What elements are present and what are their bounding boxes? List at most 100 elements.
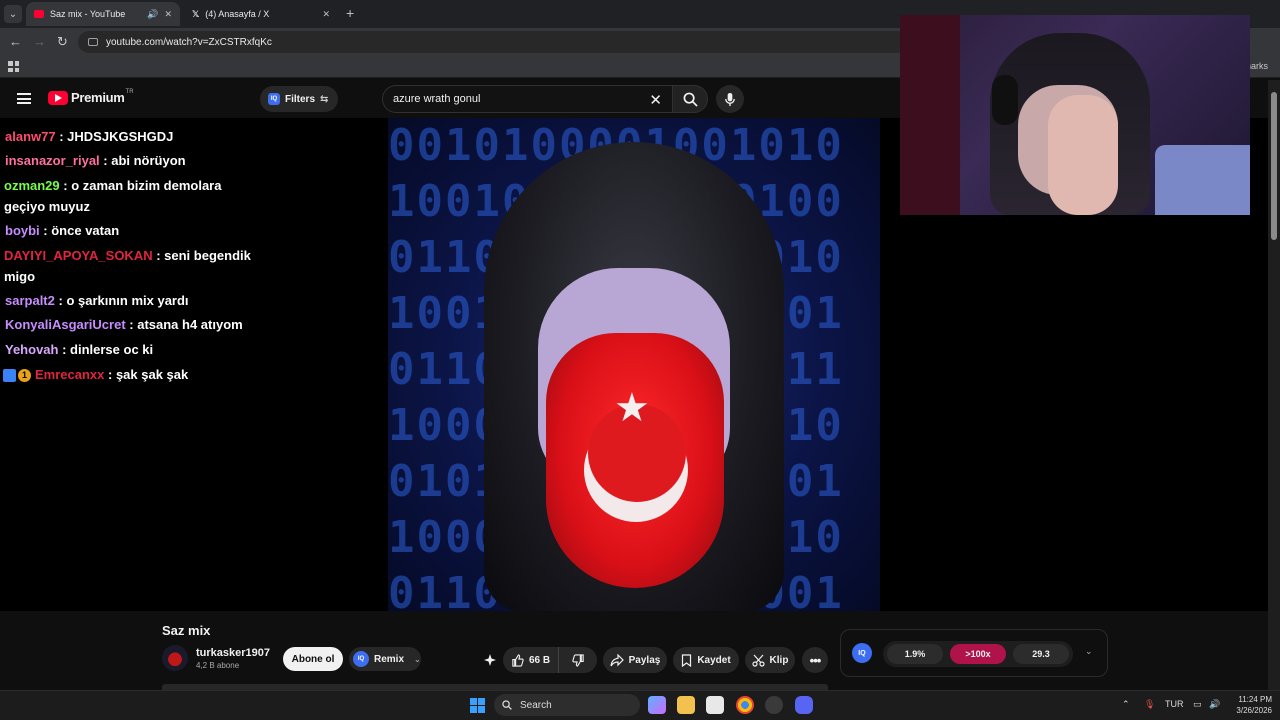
like-button[interactable]: 66 B (503, 647, 559, 673)
stat-engagement: 1.9% (887, 644, 943, 664)
share-arrow-icon (610, 653, 624, 666)
back-arrow-icon[interactable]: ← (9, 34, 22, 49)
subscriber-badge-icon (3, 369, 16, 383)
video-frame[interactable]: 0010100001001010 1001001100100100 011001… (388, 118, 880, 611)
youtube-premium-logo[interactable]: Premium TR (48, 88, 134, 105)
discord-icon[interactable] (795, 696, 813, 714)
webcam-overlay (900, 15, 1250, 215)
scissors-icon (751, 654, 765, 667)
tab-x[interactable]: 𝕏 (4) Anasayfa / X ✕ (184, 2, 338, 26)
tab-search-menu-button[interactable]: ⌄ (4, 5, 22, 23)
youtube-play-icon (48, 90, 68, 105)
logo-text: Premium (71, 90, 125, 105)
iq-extension-icon[interactable]: IQ (852, 643, 872, 663)
stats-group: 1.9% >100x 29.3 (883, 641, 1073, 667)
channel-name[interactable]: turkasker1907 (196, 647, 270, 659)
sparkle-icon (484, 654, 496, 666)
chat-message: 1 Emrecanxx : şak şak şak (3, 364, 258, 385)
page-scrollbar[interactable] (1268, 80, 1280, 690)
scrollbar-thumb[interactable] (1271, 92, 1277, 240)
new-tab-plus-icon[interactable]: + (346, 5, 354, 21)
close-tab-icon[interactable]: ✕ (164, 9, 172, 20)
clock-date: 3/26/2026 (1236, 706, 1272, 715)
flag-star-icon: ★ (614, 386, 650, 430)
subscriber-count: 4,2 B abone (196, 661, 240, 670)
chat-message: DAYIYI_APOYA_SOKAN : seni begendik migo (4, 248, 251, 284)
like-count: 66 B (528, 654, 551, 666)
system-clock[interactable]: 11:24 PM 3/26/2026 (1228, 694, 1272, 716)
stat-score: 29.3 (1013, 644, 1069, 664)
forward-arrow-icon[interactable]: → (33, 34, 46, 49)
microphone-icon[interactable]: 🎙 (1144, 699, 1155, 710)
tune-icon: ⇆ (320, 93, 329, 105)
chat-message: boybi : önce vatan (5, 223, 120, 238)
search-query: azure wrath gonul (393, 93, 481, 105)
close-tab-icon[interactable]: ✕ (322, 9, 330, 20)
video-info: Saz mix turkasker1907 4,2 B abone Abone … (0, 611, 1268, 690)
more-horizontal-icon: ••• (809, 652, 822, 668)
clear-search-icon[interactable]: ✕ (649, 91, 662, 109)
subscribe-button[interactable]: Abone ol (283, 647, 343, 671)
microphone-icon (725, 92, 735, 106)
voice-search-button[interactable] (716, 85, 744, 113)
store-icon[interactable] (706, 696, 724, 714)
more-actions-button[interactable]: ••• (802, 647, 828, 673)
stat-multiplier: >100x (950, 644, 1006, 664)
site-info-icon[interactable] (88, 38, 98, 46)
app-icon[interactable] (765, 696, 783, 714)
apps-grid-icon[interactable] (8, 61, 19, 72)
search-icon (683, 92, 698, 107)
chat-message: ozman29 : o zaman bizim demolara geçiyo … (4, 178, 222, 214)
menu-hamburger-icon[interactable] (17, 93, 31, 104)
clock-time: 11:24 PM (1238, 695, 1272, 704)
taskbar-search[interactable]: Search (494, 694, 640, 716)
chevron-up-icon[interactable]: ⌃ (1122, 699, 1130, 710)
chat-overlay: alanw77 : JHDSJKGSHGDJ insanazor_riyal :… (0, 118, 385, 611)
tab-title: Saz mix - YouTube (50, 9, 126, 19)
chat-message: insanazor_riyal : abi nörüyon (5, 153, 186, 168)
save-button[interactable]: Kaydet (673, 647, 739, 673)
dislike-button[interactable] (559, 647, 597, 673)
remix-button[interactable]: IQ Remix ⌄ (349, 647, 421, 671)
chat-message: alanw77 : JHDSJKGSHGDJ (5, 129, 174, 144)
url-text: youtube.com/watch?v=ZxCSTRxfqKc (106, 36, 272, 48)
search-button[interactable] (672, 85, 708, 113)
volume-icon[interactable]: 🔊 (1209, 699, 1220, 710)
file-explorer-icon[interactable] (677, 696, 695, 714)
chat-message: Yehovah : dinlerse oc ki (5, 342, 154, 357)
tab-youtube[interactable]: Saz mix - YouTube 🔊 ✕ (26, 2, 180, 26)
windows-start-icon[interactable] (470, 698, 485, 713)
chrome-icon[interactable] (736, 696, 754, 714)
share-button[interactable]: Paylaş (603, 647, 667, 673)
search-input[interactable]: azure wrath gonul ✕ (382, 85, 672, 113)
bookmark-icon (682, 653, 692, 667)
share-label: Paylaş (628, 654, 661, 666)
copilot-icon[interactable] (648, 696, 666, 714)
filters-button[interactable]: IQ Filters ⇆ (260, 86, 339, 112)
ai-sparkle-button[interactable] (477, 647, 503, 673)
chevron-down-icon[interactable]: ⌄ (1085, 646, 1093, 657)
youtube-favicon-icon (34, 10, 44, 18)
channel-avatar[interactable] (162, 645, 188, 671)
headset (992, 75, 1018, 125)
iq-extension-icon: IQ (268, 93, 280, 105)
x-favicon-icon: 𝕏 (192, 8, 200, 19)
reload-icon[interactable]: ↻ (57, 34, 68, 50)
network-icon[interactable]: ▭ (1193, 699, 1202, 710)
remix-label: Remix (374, 653, 405, 665)
country-code: TR (125, 88, 134, 95)
chat-message: sarpalt2 : o şarkının mix yardı (5, 293, 189, 308)
windows-taskbar: Search ⌃ 🎙 TUR ▭ 🔊 11:24 PM 3/26/2026 (0, 690, 1280, 720)
clip-button[interactable]: Klip (745, 647, 795, 673)
chat-message: KonyaliAsgariUcret : atsana h4 atıyom (5, 317, 243, 332)
taskbar-search-label: Search (520, 699, 552, 711)
chevron-down-icon: ⌄ (414, 654, 421, 664)
input-language[interactable]: TUR (1165, 699, 1184, 709)
iq-extension-icon: IQ (353, 651, 369, 667)
url-field[interactable]: youtube.com/watch?v=ZxCSTRxfqKc (78, 31, 908, 53)
webcam-bed (1155, 145, 1250, 215)
streamer-hands (1048, 95, 1118, 215)
save-label: Kaydet (697, 654, 731, 666)
speaker-icon[interactable]: 🔊 (147, 9, 158, 20)
thumbs-up-icon (512, 653, 524, 667)
